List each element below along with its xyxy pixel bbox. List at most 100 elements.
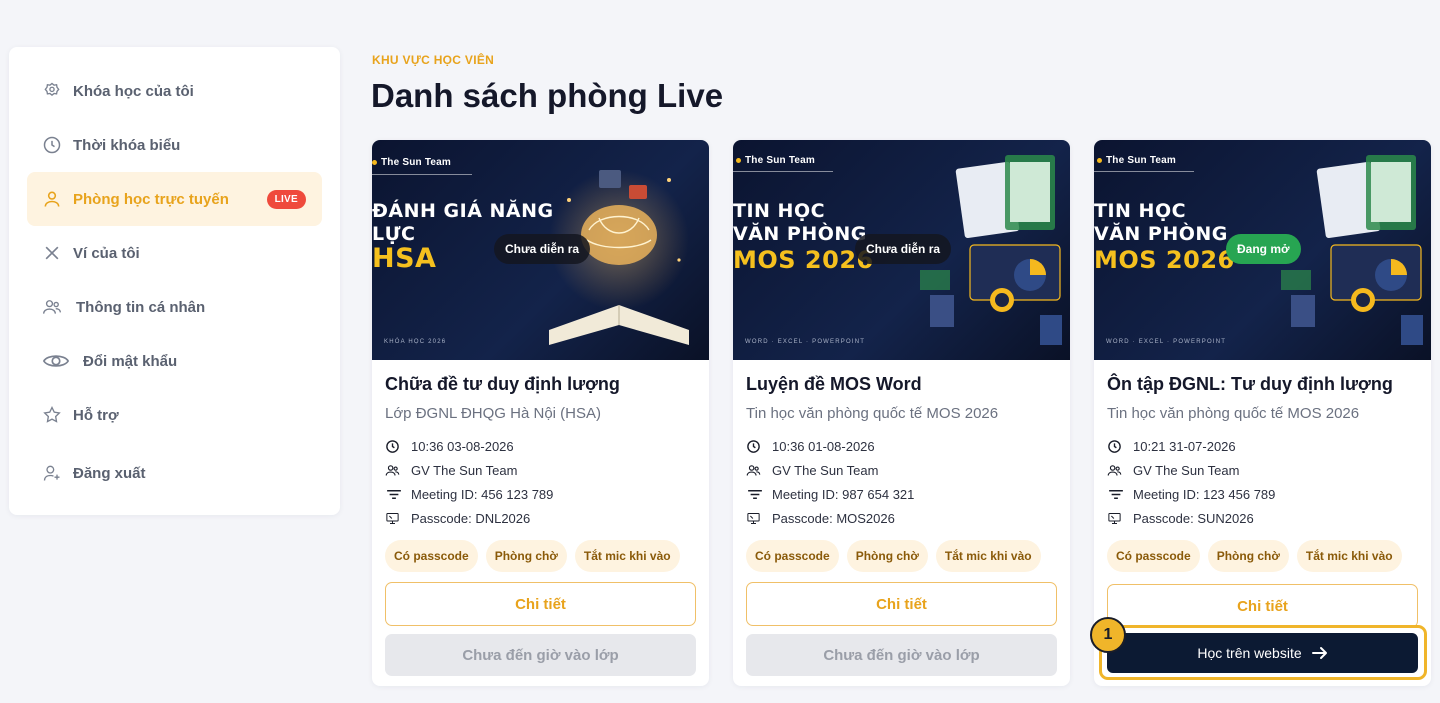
user-plus-icon (41, 462, 63, 484)
sidebar-item-label: Thời khóa biểu (73, 136, 181, 154)
room-subtitle: Tin học văn phòng quốc tế MOS 2026 (1107, 405, 1360, 422)
tag-mute-on-join: Tắt mic khi vào (574, 540, 680, 572)
room-subtitle: Lớp ĐGNL ĐHQG Hà Nội (HSA) (385, 405, 601, 422)
clock-icon (1107, 439, 1133, 454)
tag-waiting-room: Phòng chờ (485, 540, 567, 572)
status-badge: Chưa diễn ra (494, 234, 591, 264)
users-icon (41, 296, 63, 318)
sidebar-item-logout[interactable]: Đăng xuất (27, 446, 322, 500)
room-time: 10:36 01-08-2026 (746, 434, 1057, 458)
banner-brand: The Sun Team (745, 155, 816, 166)
sidebar-item-timetable[interactable]: Thời khóa biểu (27, 118, 322, 172)
course-banner: The Sun Team ĐÁNH GIÁ NĂNG LỰC HSA KHÓA … (372, 140, 709, 360)
eye-icon (41, 350, 71, 372)
join-website-button[interactable]: Học trên website (1107, 633, 1418, 673)
sidebar-item-profile[interactable]: Thông tin cá nhân (27, 280, 322, 334)
room-title: Ôn tập ĐGNL: Tư duy định lượng (1107, 374, 1393, 394)
room-time: 10:21 31-07-2026 (1107, 434, 1418, 458)
live-badge: LIVE (266, 189, 306, 209)
room-time-text: 10:36 03-08-2026 (411, 438, 514, 454)
tag-waiting-room: Phòng chờ (1207, 540, 1289, 572)
tag-mute-on-join: Tắt mic khi vào (1296, 540, 1402, 572)
room-teacher-text: GV The Sun Team (772, 462, 879, 478)
banner-divider (1094, 171, 1194, 172)
banner-highlight: MOS 2026 (733, 246, 874, 274)
sidebar: Khóa học của tôi Thời khóa biểu Phòng họ… (9, 47, 340, 515)
banner-line-1: TIN HỌC (1094, 200, 1187, 222)
sidebar-item-online-classroom[interactable]: Phòng học trực tuyến LIVE (27, 172, 322, 226)
detail-button[interactable]: Chi tiết (746, 582, 1057, 626)
banner-headline: TIN HỌC VĂN PHÒNG (1094, 200, 1228, 246)
room-passcode-text: Passcode: MOS2026 (772, 510, 895, 526)
room-passcode-text: Passcode: DNL2026 (411, 510, 531, 526)
close-icon (41, 242, 63, 264)
room-subtitle: Tin học văn phòng quốc tế MOS 2026 (746, 405, 999, 422)
users-icon (385, 463, 411, 478)
room-passcode: Passcode: MOS2026 (746, 506, 1057, 530)
sidebar-item-my-courses[interactable]: Khóa học của tôi (27, 64, 322, 118)
users-icon (746, 463, 772, 478)
room-meeting-id: Meeting ID: 987 654 321 (746, 482, 1057, 506)
banner-footer: KHÓA HỌC 2026 (384, 339, 447, 345)
live-room-card: The Sun Team TIN HỌC VĂN PHÒNG MOS 2026 … (733, 140, 1070, 686)
status-badge: Đang mở (1226, 234, 1301, 264)
tag-passcode: Có passcode (1107, 540, 1200, 572)
room-meeting-id: Meeting ID: 456 123 789 (385, 482, 696, 506)
banner-headline: TIN HỌC VĂN PHÒNG (733, 200, 867, 246)
sidebar-item-label: Hỗ trợ (73, 406, 119, 424)
join-class-button: Chưa đến giờ vào lớp (746, 634, 1057, 676)
sidebar-item-label: Đăng xuất (73, 464, 146, 482)
room-time-text: 10:21 31-07-2026 (1133, 438, 1236, 454)
banner-divider (733, 171, 833, 172)
room-teacher-text: GV The Sun Team (1133, 462, 1240, 478)
page-title: Danh sách phòng Live (371, 77, 724, 114)
users-icon (1107, 463, 1133, 478)
status-badge: Chưa diễn ra (855, 234, 952, 264)
sidebar-item-label: Phòng học trực tuyến (73, 190, 229, 208)
banner-brand: The Sun Team (381, 157, 452, 168)
live-room-card: The Sun Team ĐÁNH GIÁ NĂNG LỰC HSA KHÓA … (372, 140, 709, 686)
sidebar-item-support[interactable]: Hỗ trợ (27, 388, 322, 442)
join-website-label: Học trên website (1197, 645, 1302, 661)
sidebar-item-change-password[interactable]: Đổi mật khẩu (27, 334, 322, 388)
room-teacher: GV The Sun Team (385, 458, 696, 482)
medal-icon (41, 80, 63, 102)
filter-icon (385, 487, 411, 502)
room-passcode: Passcode: SUN2026 (1107, 506, 1418, 530)
live-room-card: The Sun Team TIN HỌC VĂN PHÒNG MOS 2026 … (1094, 140, 1431, 686)
banner-line-2: VĂN PHÒNG (1094, 223, 1228, 245)
room-teacher-text: GV The Sun Team (411, 462, 518, 478)
banner-footer: WORD · EXCEL · POWERPOINT (1106, 339, 1227, 345)
sidebar-item-wallet[interactable]: Ví của tôi (27, 226, 322, 280)
sidebar-item-label: Khóa học của tôi (73, 82, 194, 100)
banner-divider (372, 174, 472, 175)
room-teacher: GV The Sun Team (746, 458, 1057, 482)
banner-highlight: MOS 2026 (1094, 246, 1235, 274)
banner-line-1: TIN HỌC (733, 200, 826, 222)
clock-icon (41, 134, 63, 156)
detail-button[interactable]: Chi tiết (385, 582, 696, 626)
detail-button[interactable]: Chi tiết (1107, 584, 1418, 628)
step-marker: 1 (1090, 617, 1126, 653)
course-banner: The Sun Team TIN HỌC VĂN PHÒNG MOS 2026 … (733, 140, 1070, 360)
room-meeting-text: Meeting ID: 456 123 789 (411, 486, 554, 502)
filter-icon (1107, 487, 1133, 502)
room-time: 10:36 03-08-2026 (385, 434, 696, 458)
tag-mute-on-join: Tắt mic khi vào (935, 540, 1041, 572)
filter-icon (746, 487, 772, 502)
monitor-icon (746, 511, 772, 526)
room-title: Luyện đề MOS Word (746, 374, 922, 394)
room-meeting-text: Meeting ID: 987 654 321 (772, 486, 915, 502)
room-time-text: 10:36 01-08-2026 (772, 438, 875, 454)
tag-passcode: Có passcode (385, 540, 478, 572)
section-eyebrow: KHU VỰC HỌC VIÊN (372, 53, 495, 67)
room-title: Chữa đề tư duy định lượng (385, 374, 620, 394)
banner-line-2: VĂN PHÒNG (733, 223, 867, 245)
clock-icon (385, 439, 411, 454)
room-teacher: GV The Sun Team (1107, 458, 1418, 482)
arrow-right-icon (1311, 647, 1327, 659)
banner-brand: The Sun Team (1106, 155, 1177, 166)
monitor-icon (1107, 511, 1133, 526)
room-meeting-id: Meeting ID: 123 456 789 (1107, 482, 1418, 506)
room-passcode: Passcode: DNL2026 (385, 506, 696, 530)
